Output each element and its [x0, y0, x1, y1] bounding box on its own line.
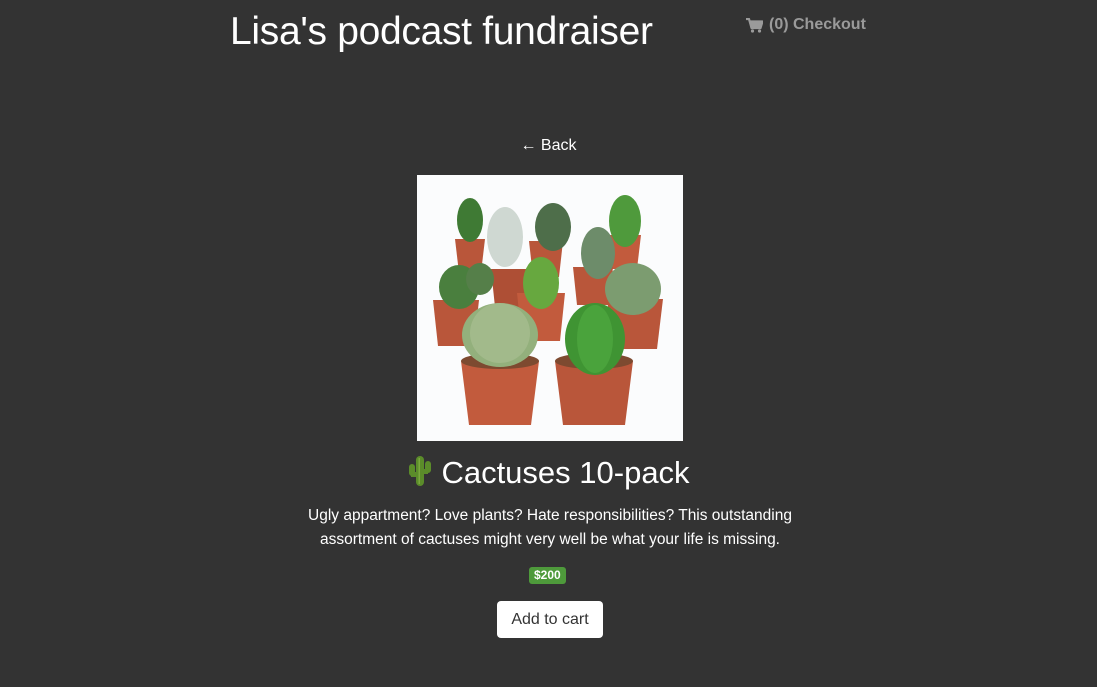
- site-title: Lisa's podcast fundraiser: [230, 10, 653, 53]
- price-badge: $200: [529, 567, 566, 584]
- product-image: [417, 175, 683, 441]
- add-to-cart-button[interactable]: Add to cart: [497, 601, 603, 638]
- back-link[interactable]: ← Back: [0, 137, 1097, 155]
- checkout-link[interactable]: (0) Checkout: [746, 16, 866, 34]
- product-title-text: Cactuses 10-pack: [441, 455, 690, 490]
- shopping-cart-icon: [746, 17, 763, 33]
- cactus-emoji-icon: [407, 455, 433, 495]
- product-title: Cactuses 10-pack: [0, 455, 1097, 495]
- checkout-label: (0) Checkout: [769, 16, 866, 33]
- product-description: Ugly appartment? Love plants? Hate respo…: [308, 507, 792, 548]
